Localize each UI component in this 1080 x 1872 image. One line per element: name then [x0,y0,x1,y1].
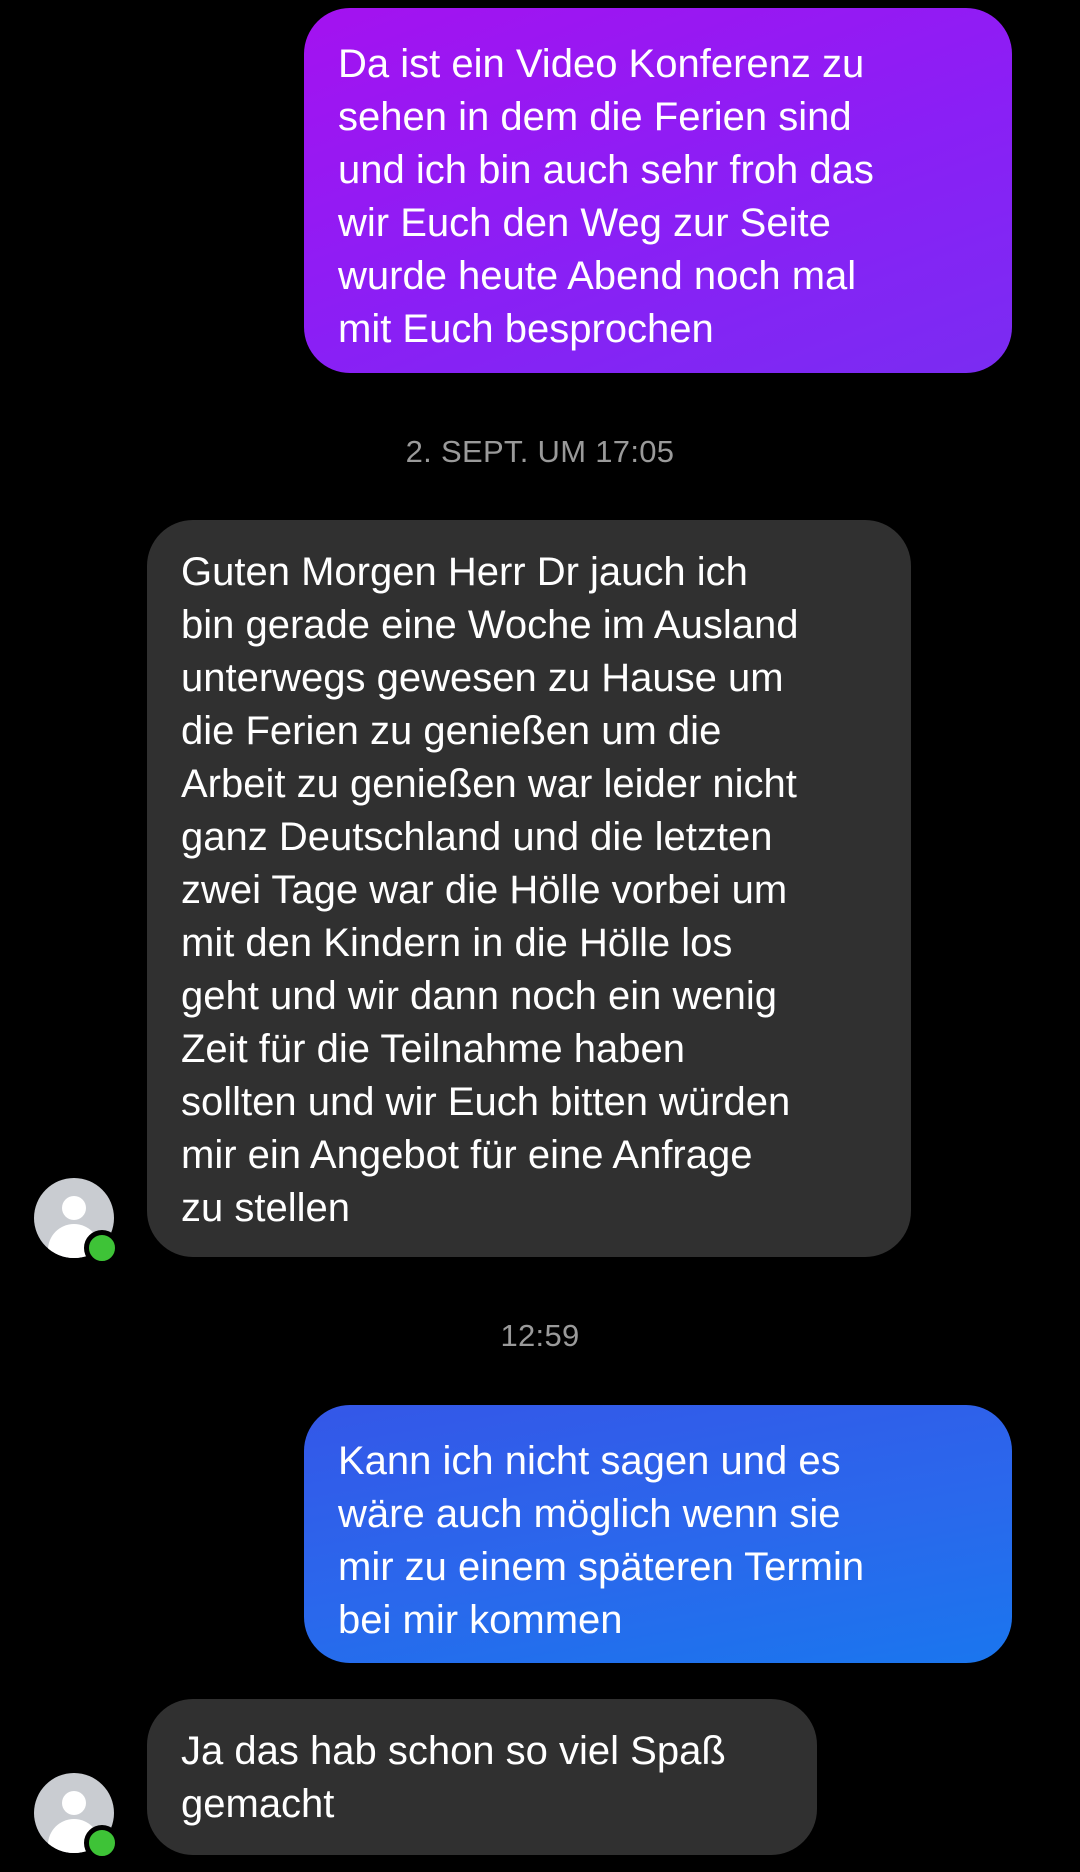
sent-message-bubble[interactable]: Kann ich nicht sagen und es wäre auch mö… [304,1405,1012,1663]
default-user-icon [62,1791,86,1815]
message-timestamp: 2. SEPT. UM 17:05 [405,434,675,469]
default-user-icon [62,1196,86,1220]
message-timestamp: 12:59 [500,1318,580,1353]
online-status-icon [84,1825,120,1861]
received-message-bubble[interactable]: Guten Morgen Herr Dr jauch ich bin gerad… [147,520,911,1257]
received-message-bubble[interactable]: Ja das hab schon so viel Spaß gemacht [147,1699,817,1855]
sent-message-bubble[interactable]: Da ist ein Video Konferenz zu sehen in d… [304,8,1012,373]
online-status-icon [84,1230,120,1266]
